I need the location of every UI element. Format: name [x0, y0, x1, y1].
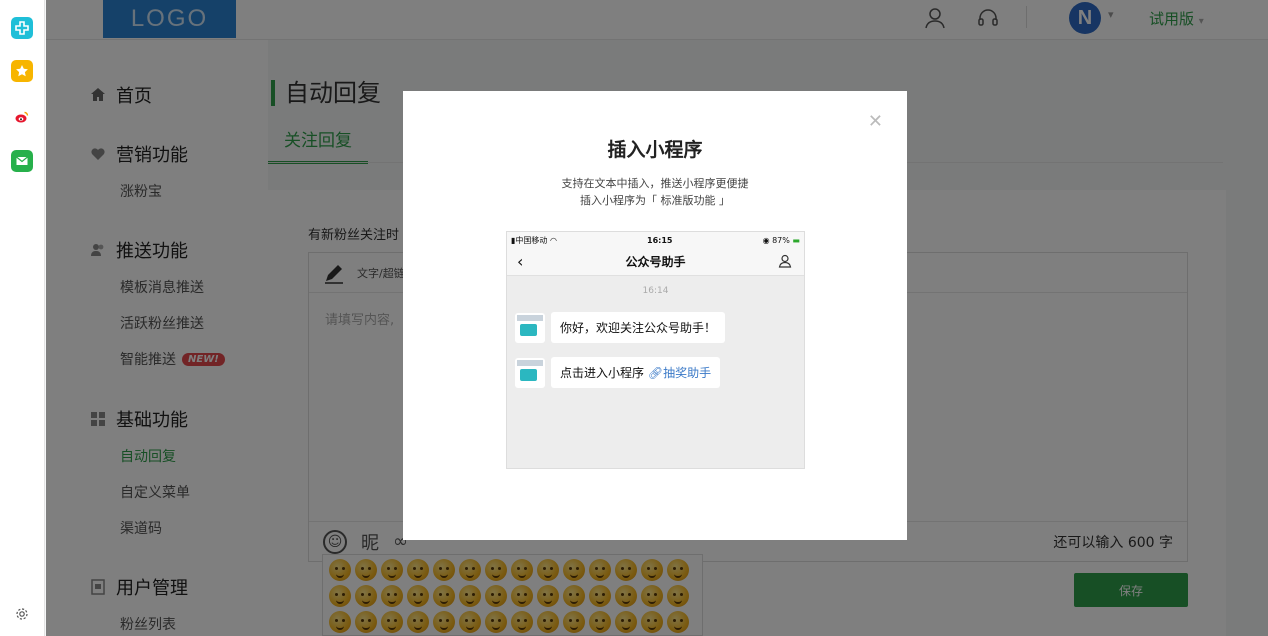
chat-message: 你好，欢迎关注公众号助手！	[515, 312, 726, 343]
carrier: 中国移动	[515, 235, 548, 245]
weibo-app-icon[interactable]	[11, 106, 33, 128]
gear-icon[interactable]	[11, 603, 33, 625]
message-bubble: 你好，欢迎关注公众号助手！	[551, 312, 726, 343]
phone-nav: ‹ 公众号助手	[507, 248, 804, 276]
phone-status-bar: ▮中国移动 ◠ 16:15 ◉ 87% ▬	[507, 232, 804, 248]
mail-app-icon[interactable]	[11, 150, 33, 172]
insert-miniprogram-dialog: ✕ 插入小程序 支持在文本中插入，推送小程序更便捷 插入小程序为「 标准版功能 …	[403, 91, 907, 540]
assistant-avatar	[515, 312, 545, 343]
phone-clock: 16:15	[647, 235, 673, 245]
link-icon: 🔗︎	[647, 366, 664, 380]
app-rail	[0, 0, 45, 636]
alarm-icon: ◉	[762, 235, 770, 245]
message-text: 点击进入小程序	[560, 366, 645, 380]
star-app-icon[interactable]	[11, 60, 33, 82]
dialog-desc-plan: 插入小程序为「 标准版功能 」	[580, 194, 730, 207]
assistant-avatar	[515, 357, 545, 388]
back-icon: ‹	[517, 252, 524, 271]
dialog-title: 插入小程序	[607, 139, 703, 161]
miniprogram-link: 抽奖助手	[663, 366, 712, 380]
chat-timestamp: 16:14	[642, 286, 669, 296]
plus-cross-app-icon[interactable]	[11, 17, 33, 39]
chat-title: 公众号助手	[625, 255, 686, 269]
close-icon[interactable]: ✕	[868, 113, 883, 131]
phone-preview: ▮中国移动 ◠ 16:15 ◉ 87% ▬ ‹ 公众号助手 16:14 你好，欢…	[506, 231, 805, 469]
battery-percent: 87%	[772, 235, 790, 245]
battery-icon: ▬	[792, 235, 800, 245]
message-bubble: 点击进入小程序 🔗︎抽奖助手	[551, 357, 721, 388]
chat-message: 点击进入小程序 🔗︎抽奖助手	[515, 357, 721, 388]
user-icon	[778, 254, 792, 268]
dialog-desc: 支持在文本中插入，推送小程序更便捷	[561, 177, 749, 190]
wifi-icon: ◠	[549, 235, 557, 245]
